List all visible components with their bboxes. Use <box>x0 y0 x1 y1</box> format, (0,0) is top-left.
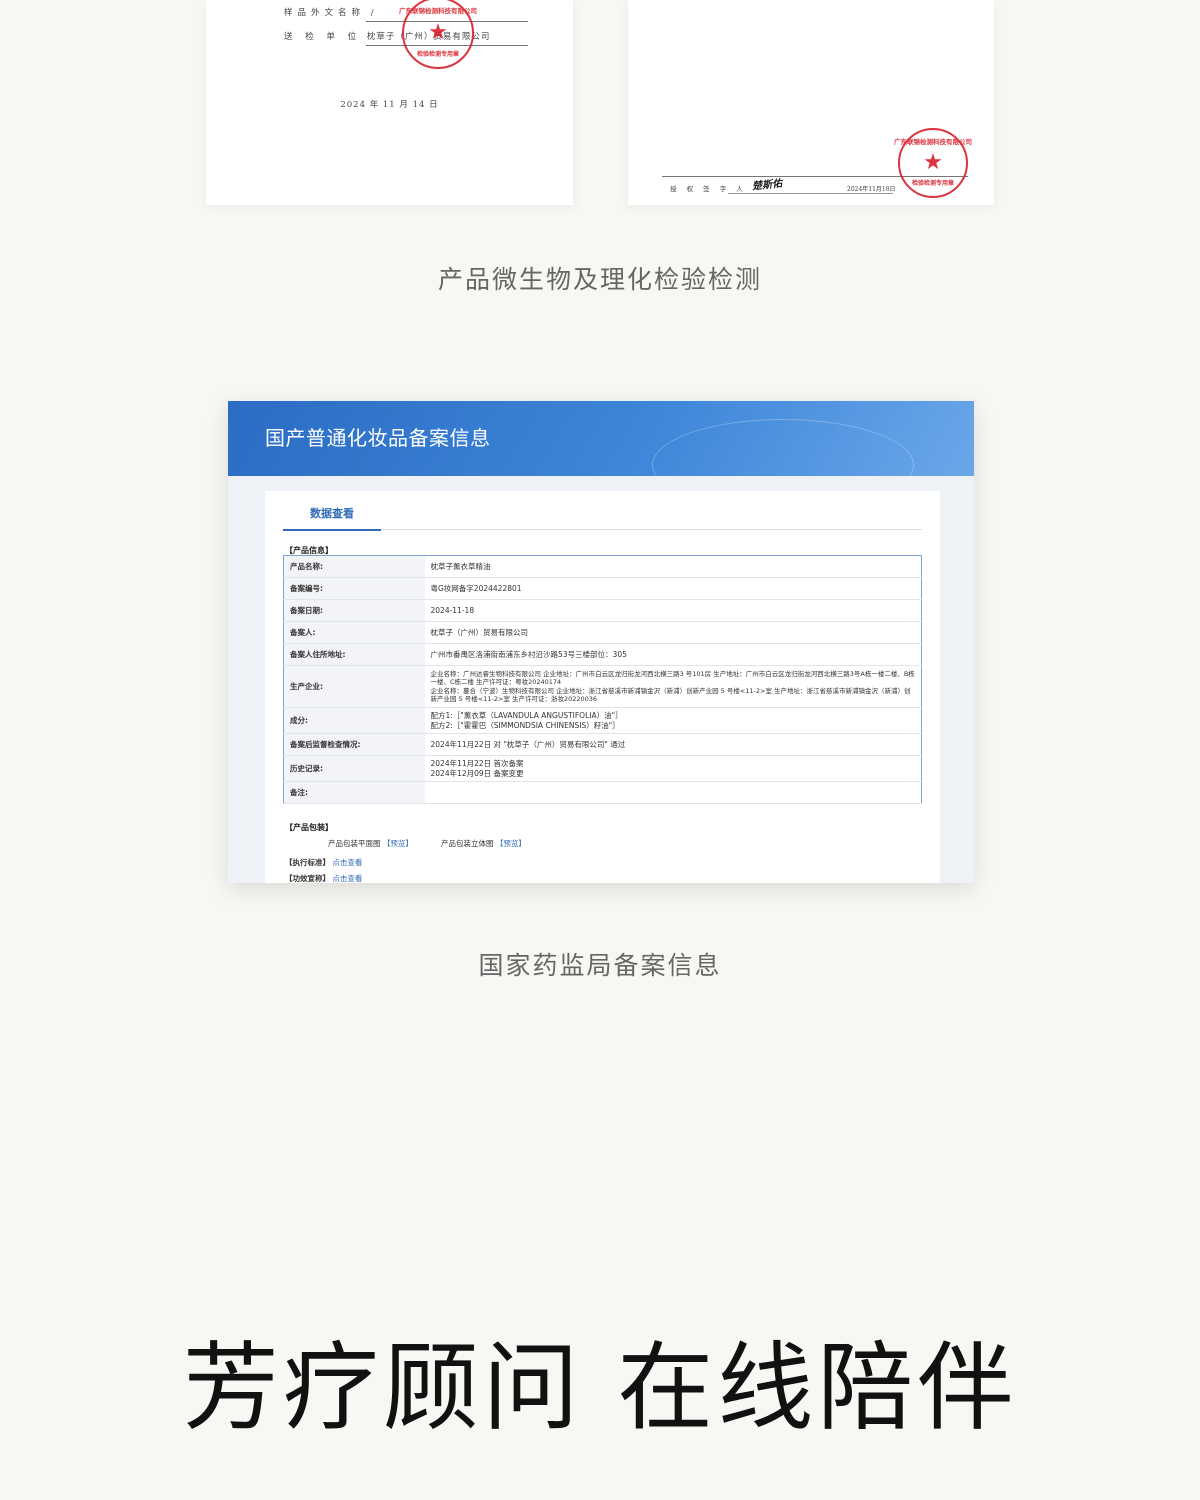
row-value: 枕草子（广州）贸易有限公司 <box>424 621 922 644</box>
package-flat-preview-link[interactable]: 【预览】 <box>383 839 413 848</box>
star-icon: ★ <box>428 20 448 45</box>
row-value: 2024-11-18 <box>424 599 922 622</box>
row-key: 历史记录: <box>283 755 425 782</box>
section-package: 【产品包装】 <box>285 823 333 832</box>
sender-label: 送 检 单 位 <box>284 32 362 42</box>
row-key: 生产企业: <box>283 665 425 708</box>
table-row: 备案人: 枕草子（广州）贸易有限公司 <box>283 621 922 644</box>
row-key: 备注: <box>283 781 425 804</box>
row-value <box>424 781 922 804</box>
caption-testing: 产品微生物及理化检验检测 <box>437 265 762 294</box>
sample-foreign-name-label: 样品外文名称 <box>284 8 366 18</box>
report-date: 2024 年 11 月 14 日 <box>340 100 439 110</box>
company-seal: 广东联锦检测科技有限公司 ★ 检验检测专用章 <box>894 128 972 198</box>
handwritten-signature: 楚斯佑 <box>751 178 783 193</box>
row-value: 广州市番禺区洛浦街南浦东乡村沿沙路53号三楼部位：305 <box>424 643 922 666</box>
row-value: 枕草子薰衣草精油 <box>424 555 922 578</box>
row-value: 2024年11月22日 首次备案 2024年12月09日 备案变更 <box>424 755 922 782</box>
slogan: 芳疗顾问 在线陪伴 <box>182 1332 1018 1444</box>
row-key: 产品名称: <box>283 555 425 578</box>
row-value: 配方1:［"薰衣草（LAVANDULA ANGUSTIFOLIA）油"］ 配方2… <box>424 707 922 734</box>
seal-text-bottom: 检验检测专用章 <box>911 180 955 187</box>
seal-text-top: 广东联锦检测科技有限公司 <box>399 7 477 15</box>
product-info-table: 产品名称: 枕草子薰衣草精油 备案编号: 粤G妆网备字2024422801 备案日期: 2… <box>283 555 922 804</box>
signer-row: 授 权 签 字 人 <box>670 183 747 193</box>
claim-label: 【功效宣称】 <box>285 874 330 883</box>
claim-row: 【功效宣称】 点击查看 <box>285 873 362 883</box>
row-key: 备案后监督检查情况: <box>283 733 425 756</box>
signer-underline <box>728 193 893 194</box>
seal-text-bottom: 检验检测专用章 <box>416 51 460 58</box>
test-report-signature-page: 授 权 签 字 人 楚斯佑 2024年11月18日 广东联锦检测科技有限公司 ★… <box>628 0 994 205</box>
registry-title: 国产普通化妆品备案信息 <box>265 426 491 450</box>
signer-label: 授 权 签 字 人 <box>670 185 747 193</box>
standard-view-link[interactable]: 点击查看 <box>332 858 362 867</box>
row-key: 备案编号: <box>283 577 425 600</box>
tab-data-view[interactable]: 数据查看 <box>283 505 381 531</box>
registry-banner: 国产普通化妆品备案信息 <box>228 401 974 476</box>
table-row: 产品名称: 枕草子薰衣草精油 <box>283 555 922 578</box>
package-flat-label: 产品包装平面图 <box>328 839 381 848</box>
package-3d-row: 产品包装立体图 【预览】 <box>441 838 526 849</box>
row-key: 备案人: <box>283 621 425 644</box>
sample-foreign-name-row: 样品外文名称 / <box>284 6 375 18</box>
table-row: 成分: 配方1:［"薰衣草（LAVANDULA ANGUSTIFOLIA）油"］ … <box>283 707 922 734</box>
package-flat-row: 产品包装平面图 【预览】 <box>328 838 413 849</box>
table-row: 备案后监督检查情况: 2024年11月22日 对 "枕草子（广州）贸易有限公司" … <box>283 733 922 756</box>
registry-panel: 数据查看 【产品信息】 产品名称: 枕草子薰衣草精油 备案编号: 粤G妆网备字2024… <box>265 491 940 883</box>
table-row: 生产企业: 企业名称：广州达睿生物科技有限公司 企业地址：广州市白云区龙归街龙河西… <box>283 665 922 708</box>
standard-label: 【执行标准】 <box>285 858 330 867</box>
table-row: 历史记录: 2024年11月22日 首次备案 2024年12月09日 备案变更 <box>283 755 922 782</box>
registry-screenshot: 国产普通化妆品备案信息 数据查看 【产品信息】 产品名称: 枕草子薰衣草精油 备案编… <box>228 401 974 883</box>
row-key: 备案日期: <box>283 599 425 622</box>
row-key: 备案人住所地址: <box>283 643 425 666</box>
seal-text-top: 广东联锦检测科技有限公司 <box>894 138 972 146</box>
package-3d-label: 产品包装立体图 <box>441 839 494 848</box>
table-row: 备案人住所地址: 广州市番禺区洛浦街南浦东乡村沿沙路53号三楼部位：305 <box>283 643 922 666</box>
test-report-cover: 样品外文名称 / 送 检 单 位 枕草子（广州）贸易有限公司 2024 年 11… <box>206 0 573 205</box>
row-value: 粤G妆网备字2024422801 <box>424 577 922 600</box>
table-row: 备案日期: 2024-11-18 <box>283 599 922 622</box>
sign-date: 2024年11月18日 <box>847 186 896 193</box>
package-3d-preview-link[interactable]: 【预览】 <box>496 839 526 848</box>
star-icon: ★ <box>923 150 943 175</box>
caption-registry: 国家药监局备案信息 <box>478 951 722 980</box>
row-value: 2024年11月22日 对 "枕草子（广州）贸易有限公司" 通过 <box>424 733 922 756</box>
claim-view-link[interactable]: 点击查看 <box>332 874 362 883</box>
standard-row: 【执行标准】 点击查看 <box>285 857 362 868</box>
row-value: 企业名称：广州达睿生物科技有限公司 企业地址：广州市白云区龙归街龙河西北横三路3… <box>424 665 922 708</box>
table-row: 备注: <box>283 781 922 804</box>
sample-foreign-name-value: / <box>370 8 375 18</box>
company-seal: 广东联锦检测科技有限公司 ★ 检验检测专用章 <box>399 0 477 69</box>
table-row: 备案编号: 粤G妆网备字2024422801 <box>283 577 922 600</box>
row-key: 成分: <box>283 707 425 734</box>
